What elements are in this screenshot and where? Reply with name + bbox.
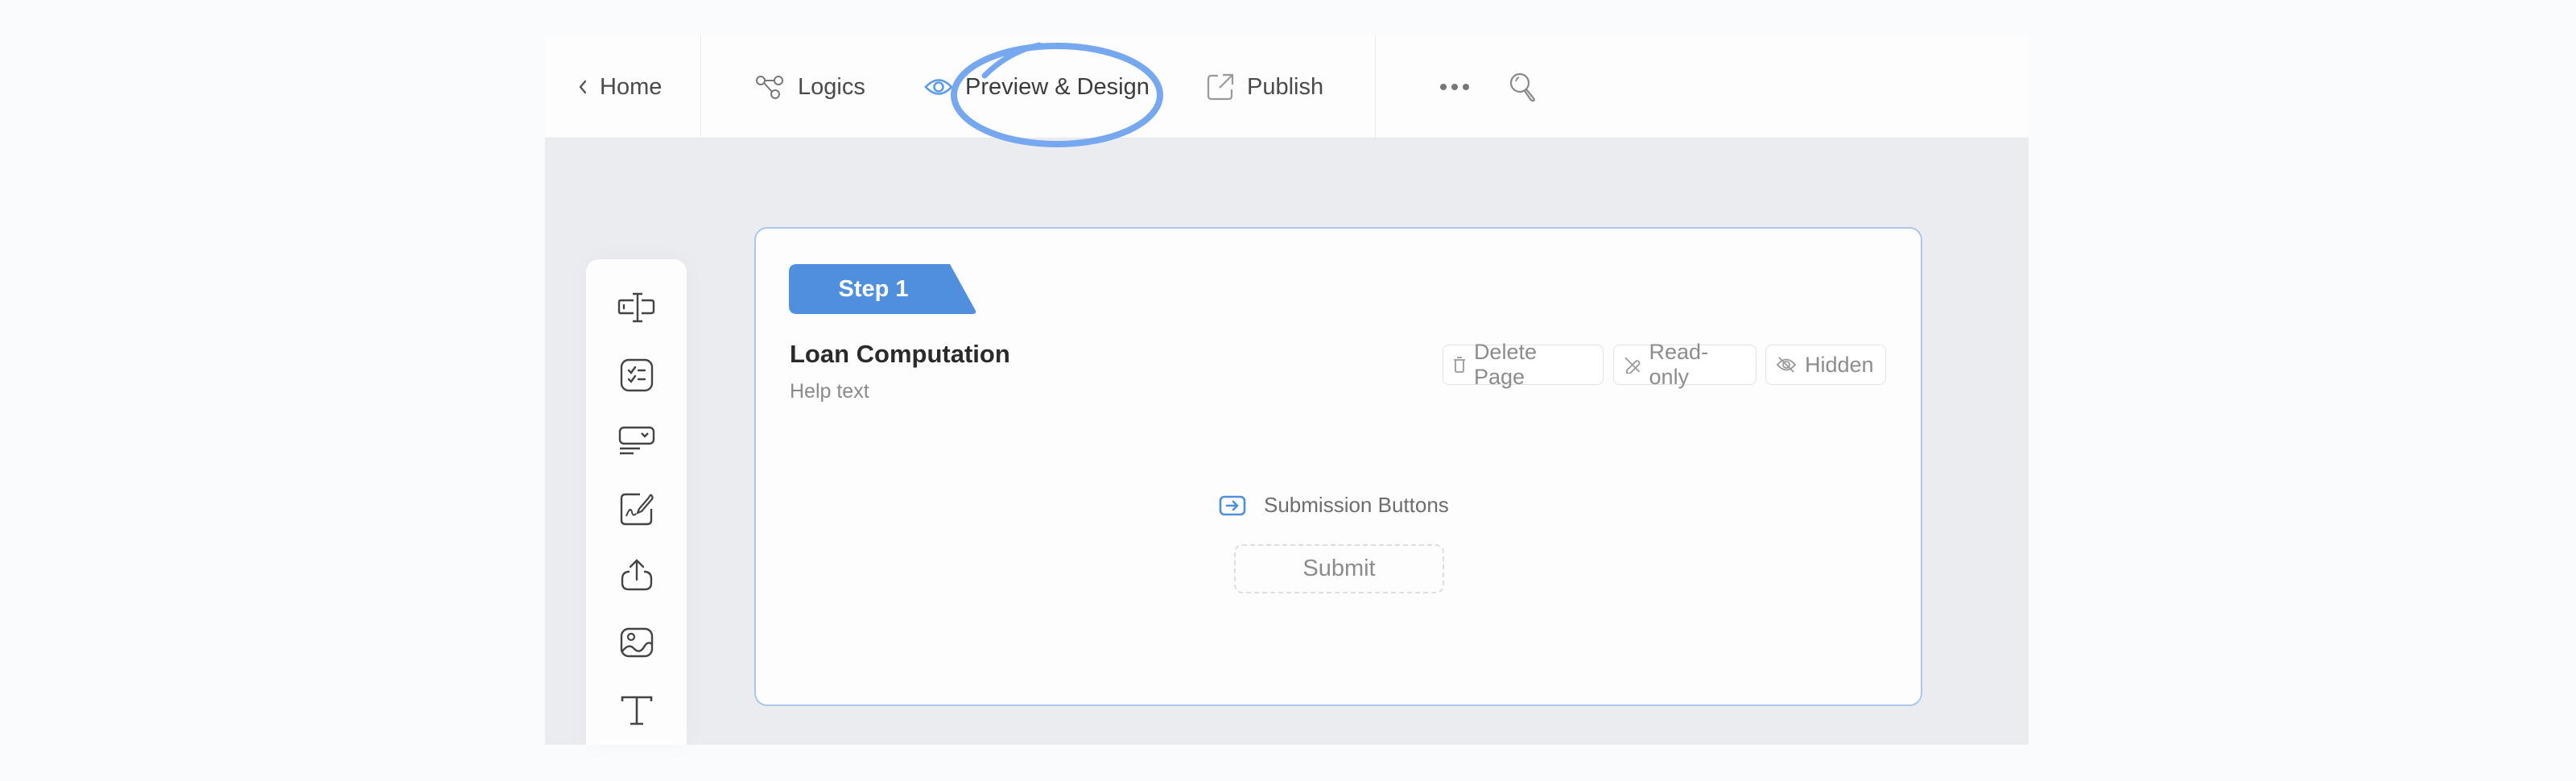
image-tool[interactable]: [586, 618, 687, 667]
home-link[interactable]: Home: [577, 35, 662, 138]
submit-button[interactable]: Submit: [1234, 544, 1444, 593]
nav-divider: [700, 35, 701, 138]
checklist-tool[interactable]: [586, 351, 687, 399]
external-share-icon: [1207, 73, 1234, 101]
read-only-toggle[interactable]: Read-only: [1613, 340, 1757, 389]
field-palette: [586, 259, 687, 745]
step-label: Step 1: [838, 275, 909, 302]
submission-buttons-label: Submission Buttons: [1264, 493, 1449, 517]
signature-tool[interactable]: [586, 485, 687, 533]
trash-icon: [1453, 357, 1465, 373]
text-input-tool[interactable]: [586, 283, 687, 332]
page-title[interactable]: Loan Computation: [790, 340, 1010, 369]
more-options-button[interactable]: [1439, 35, 1471, 138]
pencil-off-icon: [1624, 357, 1641, 374]
tab-preview-design[interactable]: Preview & Design: [923, 35, 1150, 138]
text-block-tool[interactable]: [586, 686, 687, 734]
tab-logics[interactable]: Logics: [754, 35, 865, 138]
app-window: Home Logics Preview & Design Publish Ste…: [545, 35, 2029, 745]
publish-label: Publish: [1247, 73, 1324, 100]
logic-flow-icon: [756, 76, 783, 99]
dropdown-tool[interactable]: [586, 417, 687, 465]
image-icon: [620, 627, 653, 658]
eye-off-icon: [1776, 357, 1797, 373]
delete-page-button[interactable]: Delete Page: [1443, 340, 1604, 389]
signature-icon: [620, 493, 654, 526]
nav-divider: [1375, 35, 1376, 138]
home-label: Home: [600, 73, 663, 100]
form-page-card[interactable]: Step 1 Loan Computation Help text Delete…: [754, 227, 1922, 706]
read-only-label: Read-only: [1649, 340, 1709, 389]
checklist-icon: [620, 358, 653, 392]
search-icon: [1509, 72, 1535, 102]
step-badge[interactable]: Step 1: [789, 264, 976, 314]
dropdown-icon: [618, 426, 654, 455]
delete-page-label: Delete Page: [1473, 340, 1537, 389]
search-button[interactable]: [1508, 35, 1538, 138]
preview-design-label: Preview & Design: [965, 73, 1150, 100]
help-text[interactable]: Help text: [790, 380, 869, 403]
top-navigation-bar: Home Logics Preview & Design Publish: [545, 35, 2029, 147]
ellipsis-icon: [1440, 84, 1469, 90]
text-icon: [621, 696, 652, 725]
chevron-left-icon: [579, 80, 587, 94]
logics-label: Logics: [798, 73, 865, 100]
text-cursor-icon: [617, 292, 654, 323]
eye-icon: [924, 79, 953, 95]
hidden-toggle[interactable]: Hidden: [1765, 345, 1886, 385]
submit-arrow-icon: [1219, 495, 1246, 515]
hidden-label: Hidden: [1805, 352, 1874, 377]
submission-buttons-section: Submission Buttons: [1219, 493, 1449, 518]
file-upload-tool[interactable]: [586, 551, 687, 599]
tab-publish[interactable]: Publish: [1205, 35, 1323, 138]
upload-icon: [621, 559, 652, 591]
